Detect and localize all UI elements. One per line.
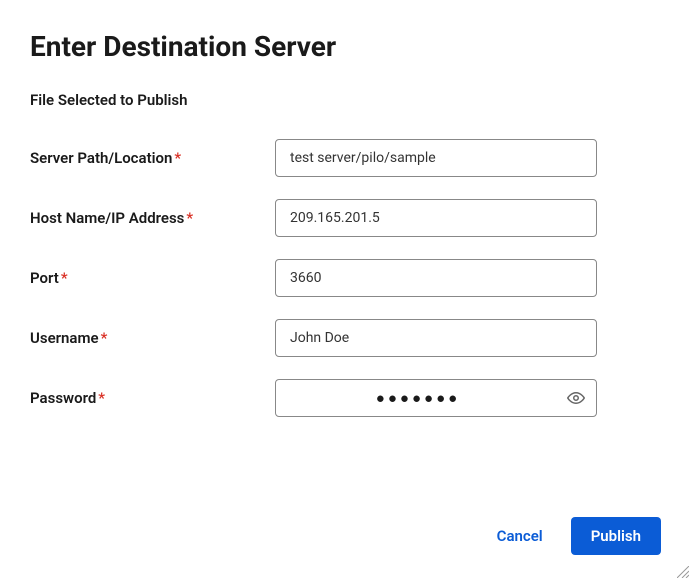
host-name-input[interactable] [275,199,597,237]
password-row: Password* ●●●●●●● [30,379,661,417]
dialog-title: Enter Destination Server [30,30,661,63]
server-path-label: Server Path/Location* [30,149,275,167]
resize-handle-icon[interactable] [677,563,689,575]
destination-server-dialog: Enter Destination Server File Selected t… [0,0,691,577]
dialog-actions: Cancel Publish [489,517,661,555]
required-asterisk: * [98,389,105,407]
server-path-label-text: Server Path/Location [30,149,172,167]
host-name-label-text: Host Name/IP Address [30,209,184,227]
port-row: Port* [30,259,661,297]
password-input-wrapper[interactable]: ●●●●●●● [275,379,597,417]
password-masked-value: ●●●●●●● [290,389,566,407]
file-selected-subtitle: File Selected to Publish [30,91,661,109]
port-input[interactable] [275,259,597,297]
host-name-label: Host Name/IP Address* [30,209,275,227]
username-input[interactable] [275,319,597,357]
required-asterisk: * [61,269,68,287]
cancel-button[interactable]: Cancel [489,517,551,555]
username-label: Username* [30,329,275,347]
host-name-row: Host Name/IP Address* [30,199,661,237]
server-path-input[interactable] [275,139,597,177]
username-row: Username* [30,319,661,357]
required-asterisk: * [174,149,181,167]
required-asterisk: * [101,329,108,347]
port-label-text: Port [30,269,59,287]
password-label: Password* [30,389,275,407]
required-asterisk: * [186,209,193,227]
password-label-text: Password [30,389,96,407]
server-path-row: Server Path/Location* [30,139,661,177]
show-password-icon[interactable] [566,388,586,408]
port-label: Port* [30,269,275,287]
publish-button[interactable]: Publish [571,517,661,555]
username-label-text: Username [30,329,99,347]
